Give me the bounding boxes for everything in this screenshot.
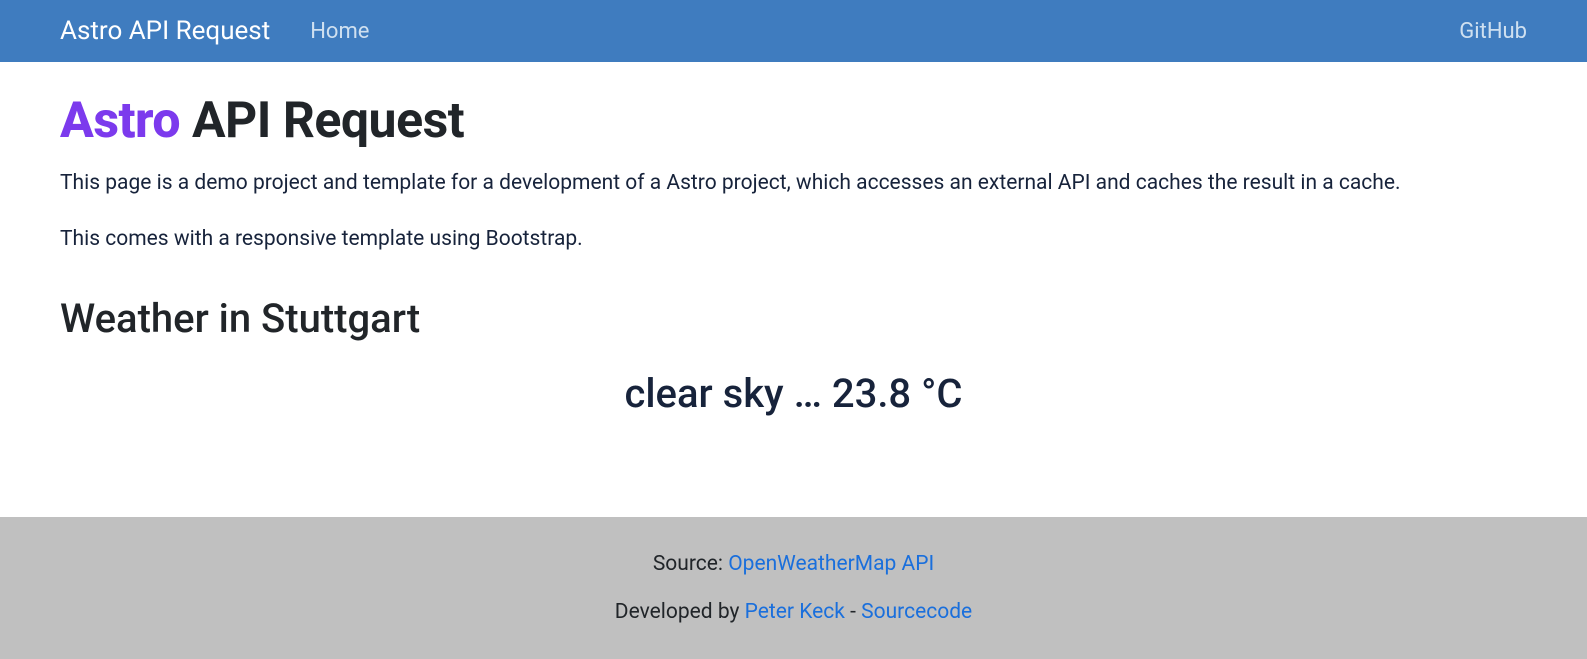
footer-separator: - (845, 600, 861, 624)
intro-paragraph-1: This page is a demo project and template… (60, 168, 1527, 200)
footer-source: Source: OpenWeatherMap API (0, 552, 1587, 576)
footer-developed: Developed by Peter Keck - Sourcecode (0, 600, 1587, 624)
navbar-left: Astro API Request Home (60, 16, 369, 46)
navbar-container: Astro API Request Home GitHub (0, 16, 1587, 46)
nav-link-home[interactable]: Home (310, 19, 369, 44)
footer-developed-label: Developed by (615, 600, 745, 624)
title-rest: API Request (180, 92, 464, 150)
weather-heading: Weather in Stuttgart (60, 295, 1527, 342)
navbar: Astro API Request Home GitHub (0, 0, 1587, 62)
footer-sourcecode-link[interactable]: Sourcecode (861, 600, 972, 624)
page-title: Astro API Request (60, 92, 1527, 150)
footer-source-link[interactable]: OpenWeatherMap API (728, 552, 934, 576)
footer: Source: OpenWeatherMap API Developed by … (0, 517, 1587, 659)
footer-source-label: Source: (653, 552, 728, 576)
nav-link-github[interactable]: GitHub (1459, 19, 1527, 44)
intro-paragraph-2: This comes with a responsive template us… (60, 224, 1527, 256)
main-container: Astro API Request This page is a demo pr… (0, 62, 1587, 517)
title-astro: Astro (60, 92, 180, 150)
navbar-brand[interactable]: Astro API Request (60, 16, 270, 46)
footer-developer-link[interactable]: Peter Keck (745, 600, 845, 624)
weather-display: clear sky … 23.8 °C (60, 370, 1527, 417)
